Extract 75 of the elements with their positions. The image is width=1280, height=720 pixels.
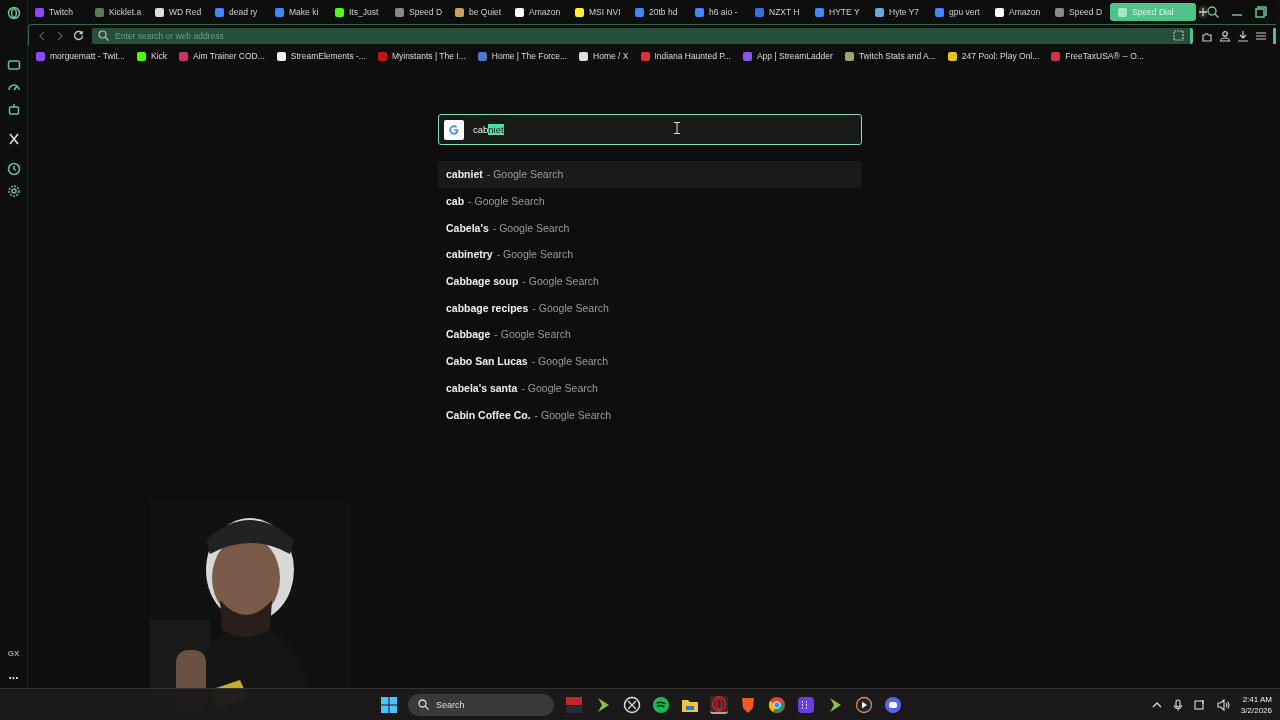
suggestion-item[interactable]: Cabo San Lucas - Google Search xyxy=(438,347,862,375)
bookmark[interactable]: 247 Pool: Play Onl... xyxy=(947,51,1040,61)
tab[interactable]: MSI NVI xyxy=(570,3,630,21)
tab[interactable]: WD Red xyxy=(150,3,210,21)
bookmark[interactable]: Home | The Force... xyxy=(477,51,568,61)
address-placeholder: Enter search or web address xyxy=(115,30,224,41)
suggestion-item[interactable]: cabniet - Google Search xyxy=(438,161,862,188)
clock-date[interactable]: 3/2/2026 xyxy=(1240,705,1272,715)
menu-icon[interactable] xyxy=(1255,29,1267,42)
tab[interactable]: Speed D xyxy=(390,3,450,21)
tab[interactable]: dead ry xyxy=(210,3,270,21)
search-query: cabniet xyxy=(473,124,504,135)
tab[interactable]: Amazon xyxy=(510,3,570,21)
query-field[interactable]: cabniet xyxy=(438,114,862,145)
search-icon xyxy=(98,30,109,41)
suggestion-item[interactable]: cabela's santa - Google Search xyxy=(438,374,862,402)
browser-logo-icon[interactable] xyxy=(710,695,728,714)
suggestion-item[interactable]: cabbage recipes - Google Search xyxy=(438,294,862,322)
windows-start-icon[interactable] xyxy=(381,696,397,713)
new-tab-button[interactable] xyxy=(1199,6,1207,18)
tab[interactable]: Twitch xyxy=(30,3,90,21)
google-logo-icon xyxy=(444,119,464,140)
microphone-icon[interactable] xyxy=(1172,698,1183,711)
text-cursor-icon xyxy=(674,122,680,134)
bookmark[interactable]: morguematt - Twit... xyxy=(36,51,125,61)
tab[interactable]: 20tb hd xyxy=(630,3,690,21)
speaker-icon[interactable] xyxy=(1216,698,1230,711)
profile-icon[interactable] xyxy=(1219,29,1231,42)
bookmark[interactable]: App | StreamLadder xyxy=(742,51,833,61)
search-icon xyxy=(418,699,429,710)
suggestion-item[interactable]: Cabbage - Google Search xyxy=(438,321,862,348)
bookmark[interactable]: Myinstants | The I... xyxy=(377,51,466,61)
search-icon[interactable] xyxy=(1207,6,1219,18)
bookmark[interactable]: Indiana Haunted P... xyxy=(640,51,731,61)
play-circle-icon[interactable] xyxy=(855,695,873,714)
tab[interactable]: h6 aio - xyxy=(690,3,750,21)
suggestion-item[interactable]: Cabbage soup - Google Search xyxy=(438,267,862,295)
suggestion-item[interactable]: cab - Google Search xyxy=(438,187,862,215)
browser-icon[interactable] xyxy=(768,695,786,714)
tab[interactable]: gpu vert xyxy=(930,3,990,21)
gx-button[interactable]: GX xyxy=(7,649,20,658)
bookmark[interactable]: Twitch Stats and A... xyxy=(844,51,936,61)
tab[interactable]: Hyte Y7 xyxy=(870,3,930,21)
tab[interactable]: HYTE Y xyxy=(810,3,870,21)
bookmark[interactable]: StreamElements -... xyxy=(276,51,366,61)
suggestion-item[interactable]: Cabin Coffee Co. - Google Search xyxy=(438,401,862,428)
browser-logo-icon xyxy=(6,6,21,20)
tab[interactable]: Kicklet.a xyxy=(90,3,150,21)
bookmark[interactable]: FreeTaxUSA® -- O... xyxy=(1051,51,1144,61)
app-grid-icon[interactable] xyxy=(797,695,815,714)
chat-app-icon[interactable] xyxy=(884,695,902,714)
bookmark[interactable]: Aim Trainer COD... xyxy=(179,51,265,61)
taskbar-search-field[interactable]: Search xyxy=(408,693,554,716)
tab[interactable]: Its_Just xyxy=(330,3,390,21)
tab[interactable]: be Quiet xyxy=(450,3,510,21)
bookmark[interactable]: Kick xyxy=(136,51,167,61)
bookmark[interactable]: Home / X xyxy=(579,51,629,61)
back-icon[interactable] xyxy=(37,30,47,41)
download-icon[interactable] xyxy=(1237,29,1249,42)
tab[interactable]: Speed D xyxy=(1050,3,1110,21)
tab[interactable]: Amazon xyxy=(990,3,1050,21)
clock-time[interactable]: 2:41 AM xyxy=(1242,694,1272,704)
suggestion-item[interactable]: cabinetry - Google Search xyxy=(438,241,862,268)
search-placeholder: Search xyxy=(436,699,465,710)
clock-icon[interactable] xyxy=(6,162,21,176)
tab[interactable]: NZXT H xyxy=(750,3,810,21)
tab[interactable]: Make ki xyxy=(270,3,330,21)
reload-icon[interactable] xyxy=(73,30,84,41)
forward-icon[interactable] xyxy=(55,30,65,41)
suggestion-item[interactable]: Cabela's - Google Search xyxy=(438,214,862,242)
x-logo-icon[interactable] xyxy=(6,132,21,146)
more-button[interactable]: ... xyxy=(8,670,19,680)
restore-icon[interactable] xyxy=(1255,6,1267,18)
music-app-icon[interactable] xyxy=(652,695,670,714)
settings-icon[interactable] xyxy=(6,184,21,198)
